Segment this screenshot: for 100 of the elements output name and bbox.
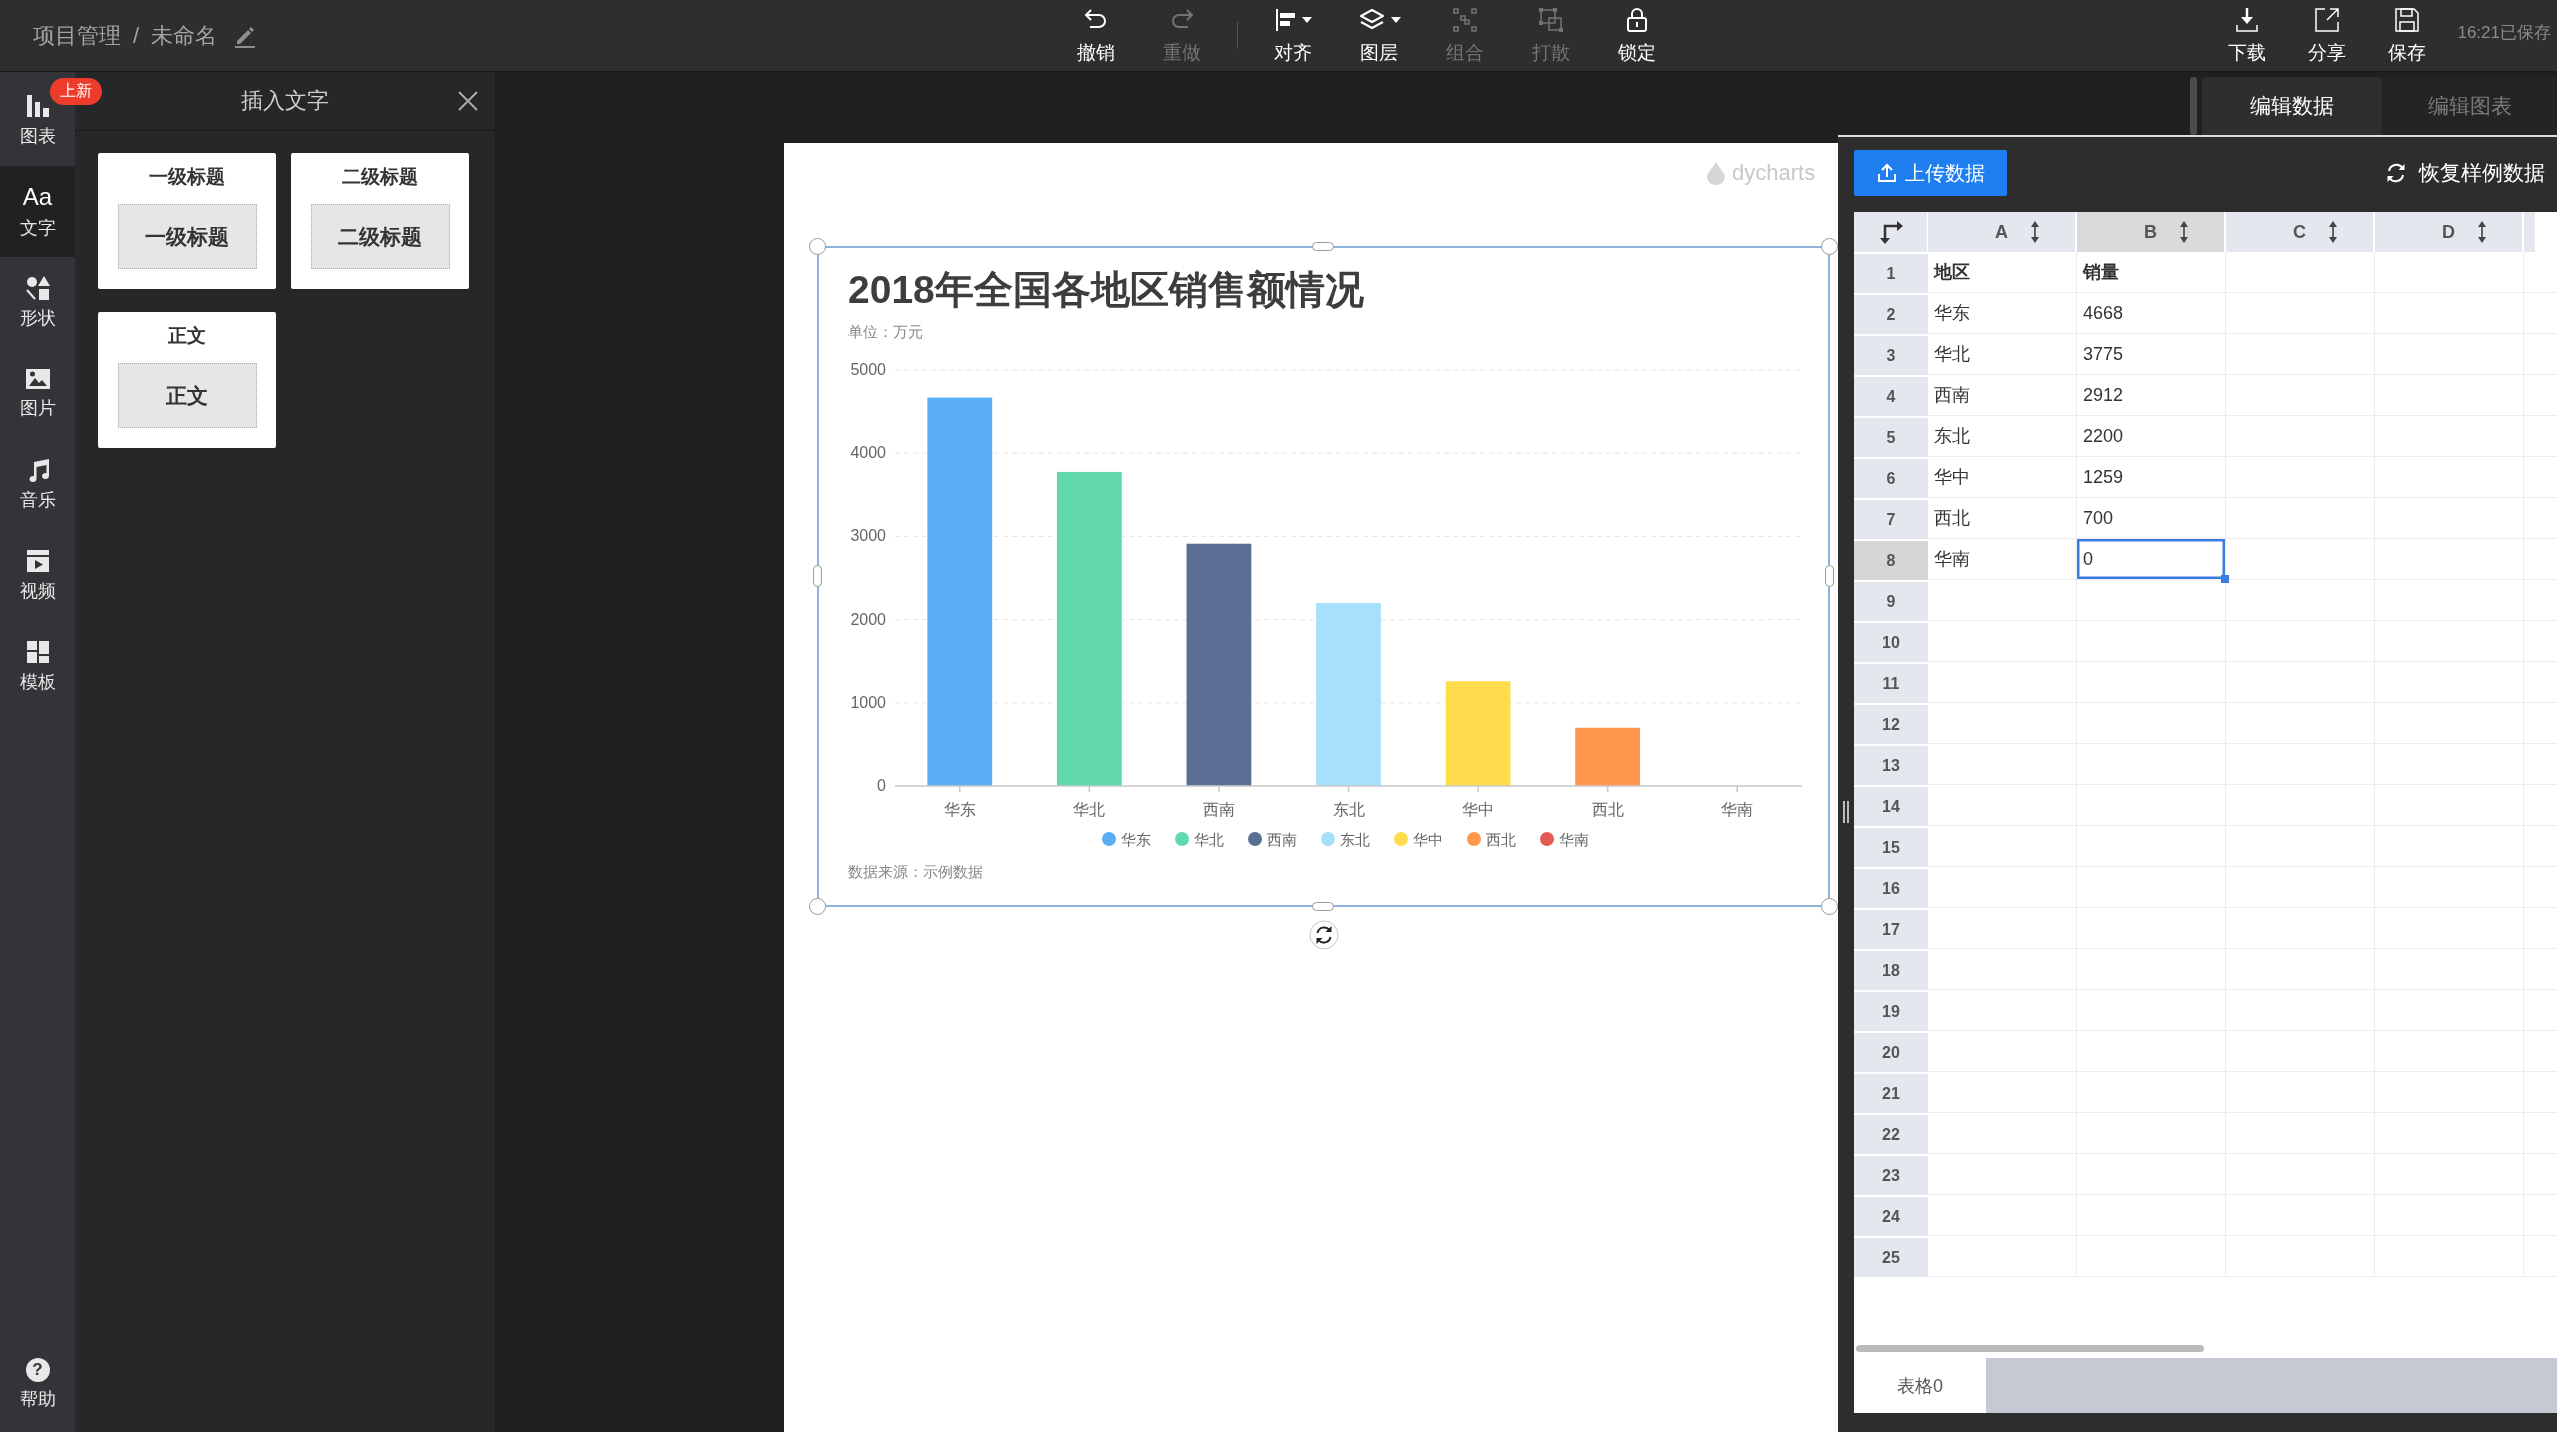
table-cell[interactable]: [2226, 498, 2375, 539]
table-cell[interactable]: [1928, 580, 2077, 621]
sidebar-item[interactable]: 视频: [0, 530, 75, 621]
legend-label[interactable]: 华北: [1194, 831, 1224, 848]
legend-label[interactable]: 西南: [1267, 831, 1297, 848]
up-down-arrow-icon[interactable]: [2030, 220, 2040, 244]
table-cell[interactable]: [1928, 908, 2077, 949]
row-header[interactable]: 13: [1854, 744, 1928, 785]
up-down-arrow-icon[interactable]: [2477, 220, 2487, 244]
column-header[interactable]: [2524, 212, 2535, 252]
table-cell[interactable]: 东北: [1928, 416, 2076, 456]
table-cell[interactable]: [2375, 252, 2524, 293]
resize-handle[interactable]: [1825, 565, 1834, 587]
restore-button[interactable]: 恢复样例数据: [2385, 159, 2545, 187]
transpose-icon[interactable]: [1877, 219, 1904, 245]
table-cell[interactable]: [1928, 1236, 2077, 1277]
table-cell[interactable]: [1928, 1195, 2077, 1236]
sidebar-item[interactable]: 模板: [0, 621, 75, 712]
bar[interactable]: [1445, 681, 1511, 786]
resize-handle[interactable]: [813, 565, 822, 587]
table-cell[interactable]: 西南: [1928, 375, 2076, 415]
row-header[interactable]: 24: [1854, 1195, 1928, 1236]
legend-label[interactable]: 华南: [1559, 831, 1589, 848]
resize-handle[interactable]: [1821, 898, 1838, 915]
row-header[interactable]: 11: [1854, 662, 1928, 703]
row-header[interactable]: 25: [1854, 1236, 1928, 1277]
up-down-arrow-icon[interactable]: [2179, 220, 2189, 244]
scrollbar[interactable]: [1856, 1345, 2204, 1352]
row-header[interactable]: 12: [1854, 703, 1928, 744]
legend-label[interactable]: 华东: [1121, 831, 1151, 848]
table-cell[interactable]: [1928, 744, 2077, 785]
corner-header[interactable]: [1854, 212, 1928, 252]
row-header[interactable]: 17: [1854, 908, 1928, 949]
resize-handle[interactable]: [809, 238, 826, 255]
table-cell[interactable]: [1928, 662, 2077, 703]
toolbar-button[interactable]: 下载: [2207, 0, 2288, 71]
table-cell[interactable]: [2077, 580, 2226, 621]
table-cell[interactable]: [1928, 703, 2077, 744]
row-header[interactable]: 16: [1854, 867, 1928, 908]
toolbar-button[interactable]: 分享: [2287, 0, 2368, 71]
table-cell[interactable]: 700: [2077, 498, 2225, 538]
toolbar-button[interactable]: 保存: [2367, 0, 2448, 71]
panel-tab[interactable]: 编辑图表: [2382, 77, 2557, 135]
toolbar-button[interactable]: 对齐: [1250, 0, 1336, 71]
table-cell[interactable]: [1928, 621, 2077, 662]
sidebar-item[interactable]: 音乐: [0, 439, 75, 530]
sidebar-item[interactable]: 图片: [0, 348, 75, 439]
resize-handle[interactable]: [1821, 238, 1838, 255]
sidebar-item[interactable]: 形状: [0, 257, 75, 348]
chart-frame[interactable]: 2018年全国各地区销售额情况 单位：万元 0 1000 2000 3000 4000 5000 华东 华北 西南 东北 华中 西北 华南 华东 华北 西南 东北 华中 西北 华南 数据来源：示例数据: [817, 246, 1830, 907]
text-style-card[interactable]: 正文 正文: [98, 312, 276, 448]
table-cell[interactable]: [1928, 990, 2077, 1031]
bar[interactable]: [1186, 543, 1252, 786]
toolbar-button[interactable]: 锁定: [1594, 0, 1680, 71]
column-header[interactable]: B: [2077, 212, 2226, 252]
bar[interactable]: [1056, 471, 1122, 786]
row-header[interactable]: 7: [1854, 498, 1928, 539]
breadcrumb-link[interactable]: 项目管理: [33, 20, 121, 51]
table-cell[interactable]: [2226, 580, 2375, 621]
table-cell[interactable]: 华北: [1928, 334, 2076, 374]
text-style-card[interactable]: 二级标题 二级标题: [291, 153, 469, 289]
bar[interactable]: [1575, 727, 1641, 786]
upload-button[interactable]: 上传数据: [1854, 150, 2007, 196]
toolbar-button[interactable]: 图层: [1336, 0, 1422, 71]
legend-label[interactable]: 华中: [1413, 831, 1443, 848]
row-header[interactable]: 14: [1854, 785, 1928, 826]
panel-tab[interactable]: 编辑数据: [2202, 77, 2382, 135]
table-cell[interactable]: 4668: [2077, 293, 2225, 333]
table-cell[interactable]: [1928, 1072, 2077, 1113]
up-down-arrow-icon[interactable]: [2328, 220, 2338, 244]
breadcrumb-link[interactable]: 未命名: [151, 20, 218, 51]
scrollbar[interactable]: [2190, 77, 2197, 135]
row-header[interactable]: 21: [1854, 1072, 1928, 1113]
column-header[interactable]: D: [2375, 212, 2524, 252]
close-button[interactable]: [458, 91, 478, 111]
row-header[interactable]: 4: [1854, 375, 1928, 416]
table-cell[interactable]: 华东: [1928, 293, 2076, 333]
row-header[interactable]: 22: [1854, 1113, 1928, 1154]
resize-handle[interactable]: [1312, 242, 1334, 251]
row-header[interactable]: 18: [1854, 949, 1928, 990]
row-header[interactable]: 19: [1854, 990, 1928, 1031]
row-header[interactable]: 5: [1854, 416, 1928, 457]
legend-label[interactable]: 东北: [1340, 831, 1370, 848]
row-header[interactable]: 2: [1854, 293, 1928, 334]
table-cell[interactable]: 西北: [1928, 498, 2076, 538]
resize-handle-icon[interactable]: [1843, 800, 1849, 823]
toolbar-button[interactable]: 撤销: [1053, 0, 1139, 71]
row-header[interactable]: 20: [1854, 1031, 1928, 1072]
table-cell[interactable]: 0: [2077, 539, 2225, 579]
table-cell[interactable]: [2226, 539, 2375, 580]
table-cell[interactable]: 地区: [1928, 252, 2076, 292]
row-header[interactable]: 3: [1854, 334, 1928, 375]
table-cell[interactable]: 华南: [1928, 539, 2076, 579]
help-button[interactable]: ? 帮助: [0, 1336, 75, 1432]
table-cell[interactable]: [1928, 1154, 2077, 1195]
column-header[interactable]: A: [1928, 212, 2077, 252]
table-cell[interactable]: [1928, 826, 2077, 867]
resize-handle[interactable]: [1312, 902, 1334, 911]
row-header[interactable]: 6: [1854, 457, 1928, 498]
table-cell[interactable]: [1928, 949, 2077, 990]
